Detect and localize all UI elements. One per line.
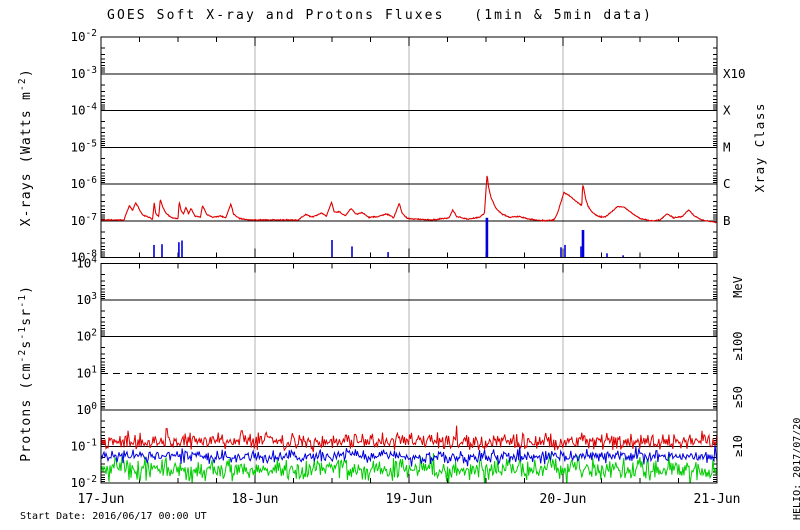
y-tick-label: 100 xyxy=(76,401,97,417)
proton-energy-label: ≥100 xyxy=(731,332,745,361)
y-tick-label: 10-6 xyxy=(70,175,97,191)
proton-axis-title: Protons (cm-2​s-1​sr-1​) xyxy=(17,285,34,462)
xray-class-axis-title: Xray Class xyxy=(752,102,767,192)
y-tick-label: 102 xyxy=(76,328,97,344)
proton-energy-label: ≥50 xyxy=(731,386,745,408)
y-tick-label: 10-1 xyxy=(70,437,97,453)
y-tick-label: 104 xyxy=(76,255,97,271)
x-tick-labels: 17-Jun 18-Jun 19-Jun 20-Jun 21-Jun xyxy=(78,492,741,507)
x-tick-label: 18-Jun xyxy=(232,492,279,507)
xray-class-label: B xyxy=(723,213,731,228)
y-tick-label: 10-2 xyxy=(70,474,97,490)
goes-flux-chart-screen: GOES Soft X-ray and Protons Fluxes (1min… xyxy=(0,0,800,530)
y-tick-label: 10-4 xyxy=(70,102,97,118)
proton-y-tick-labels: 104 103 102 101 100 10-1 10-2 xyxy=(70,255,97,491)
x-tick-label: 17-Jun xyxy=(78,492,125,507)
y-tick-label: 10-2 xyxy=(70,28,97,44)
xray-axis-title: X-rays (Watts m-2​) xyxy=(17,68,34,226)
proton-energy-labels: MeV ≥100 ≥50 ≥10 xyxy=(731,276,745,457)
y-tick-label: 10-7 xyxy=(70,212,97,228)
y-tick-label: 103 xyxy=(76,291,97,307)
x-tick-label: 21-Jun xyxy=(694,492,741,507)
xray-class-labels: X10 X M C B Xray Class xyxy=(723,66,767,228)
xray-class-label: X xyxy=(723,103,731,118)
xray-y-tick-labels: 10-210-310-410-510-610-710-8 xyxy=(70,28,97,265)
xray-class-label: X10 xyxy=(723,66,746,81)
day-gridlines xyxy=(254,37,564,483)
start-date-label: Start Date: 2016/06/17 00:00 UT xyxy=(20,511,207,522)
xray-class-label: M xyxy=(723,139,731,154)
x-tick-label: 19-Jun xyxy=(386,492,433,507)
x-tick-label: 20-Jun xyxy=(540,492,587,507)
xray-class-label: C xyxy=(723,176,731,191)
y-tick-label: 10-3 xyxy=(70,65,97,81)
flux-plot-svg: 10-210-310-410-510-610-710-8104103102101… xyxy=(17,28,767,507)
helio-watermark: HELIO: 2017/07/20 xyxy=(792,417,800,520)
y-tick-label: 10-5 xyxy=(70,138,97,154)
xray-short-flux-spikes xyxy=(153,217,624,258)
proton-unit-label: MeV xyxy=(731,276,745,298)
y-tick-label: 101 xyxy=(76,364,97,380)
proton-energy-label: ≥10 xyxy=(731,435,745,457)
